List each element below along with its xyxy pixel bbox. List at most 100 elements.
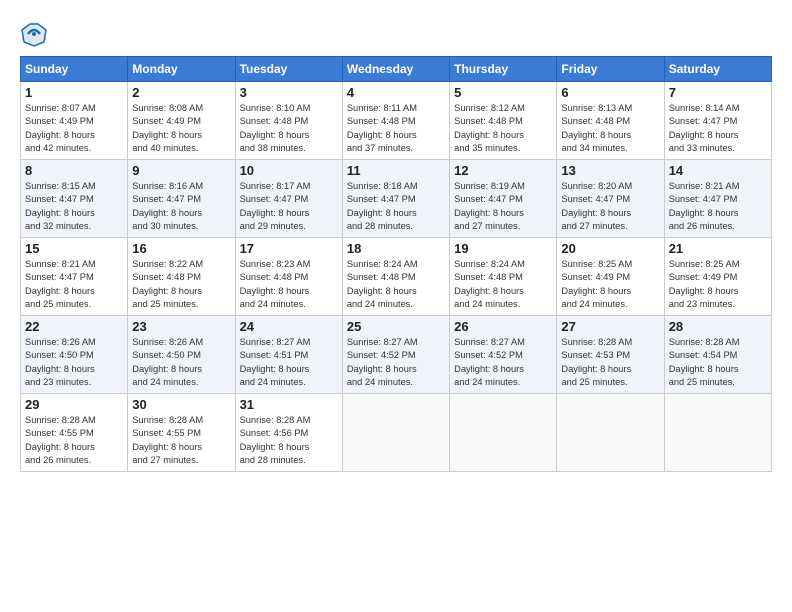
calendar-table: SundayMondayTuesdayWednesdayThursdayFrid… xyxy=(20,56,772,472)
calendar-cell: 22 Sunrise: 8:26 AMSunset: 4:50 PMDayligh… xyxy=(21,316,128,394)
day-number: 18 xyxy=(347,241,445,256)
calendar-cell: 14Sunrise: 8:21 AMSunset: 4:47 PMDayligh… xyxy=(664,160,771,238)
weekday-header-friday: Friday xyxy=(557,57,664,82)
calendar-cell: 28 Sunrise: 8:28 AMSunset: 4:54 PMDayligh… xyxy=(664,316,771,394)
day-number: 17 xyxy=(240,241,338,256)
week-row-2: 15 Sunrise: 8:21 AMSunset: 4:47 PMDayligh… xyxy=(21,238,772,316)
day-number: 5 xyxy=(454,85,552,100)
day-number: 10 xyxy=(240,163,338,178)
calendar-cell: 7 Sunrise: 8:14 AMSunset: 4:47 PMDaylight… xyxy=(664,82,771,160)
cell-text: Sunrise: 8:13 AMSunset: 4:48 PMDaylight:… xyxy=(561,102,659,156)
cell-text: Sunrise: 8:11 AMSunset: 4:48 PMDaylight:… xyxy=(347,102,445,156)
day-number: 3 xyxy=(240,85,338,100)
weekday-header-wednesday: Wednesday xyxy=(342,57,449,82)
day-number: 14 xyxy=(669,163,767,178)
cell-text: Sunrise: 8:08 AMSunset: 4:49 PMDaylight:… xyxy=(132,102,230,156)
day-number: 30 xyxy=(132,397,230,412)
calendar-cell: 2 Sunrise: 8:08 AMSunset: 4:49 PMDaylight… xyxy=(128,82,235,160)
day-number: 19 xyxy=(454,241,552,256)
day-number: 26 xyxy=(454,319,552,334)
day-number: 20 xyxy=(561,241,659,256)
calendar-cell: 25 Sunrise: 8:27 AMSunset: 4:52 PMDayligh… xyxy=(342,316,449,394)
cell-text: Sunrise: 8:26 AMSunset: 4:50 PMDaylight:… xyxy=(25,336,123,390)
logo xyxy=(20,20,52,48)
cell-text: Sunrise: 8:19 AMSunset: 4:47 PMDaylight:… xyxy=(454,180,552,234)
page: SundayMondayTuesdayWednesdayThursdayFrid… xyxy=(0,0,792,612)
calendar-cell: 8Sunrise: 8:15 AMSunset: 4:47 PMDaylight… xyxy=(21,160,128,238)
calendar-cell: 13Sunrise: 8:20 AMSunset: 4:47 PMDayligh… xyxy=(557,160,664,238)
day-number: 2 xyxy=(132,85,230,100)
day-number: 24 xyxy=(240,319,338,334)
cell-text: Sunrise: 8:28 AMSunset: 4:56 PMDaylight:… xyxy=(240,414,338,468)
cell-text: Sunrise: 8:28 AMSunset: 4:53 PMDaylight:… xyxy=(561,336,659,390)
cell-text: Sunrise: 8:27 AMSunset: 4:52 PMDaylight:… xyxy=(347,336,445,390)
calendar-cell xyxy=(450,394,557,472)
calendar-cell xyxy=(664,394,771,472)
day-number: 31 xyxy=(240,397,338,412)
day-number: 23 xyxy=(132,319,230,334)
cell-text: Sunrise: 8:25 AMSunset: 4:49 PMDaylight:… xyxy=(669,258,767,312)
day-number: 8 xyxy=(25,163,123,178)
calendar-cell: 12 Sunrise: 8:19 AMSunset: 4:47 PMDayligh… xyxy=(450,160,557,238)
cell-text: Sunrise: 8:14 AMSunset: 4:47 PMDaylight:… xyxy=(669,102,767,156)
day-number: 29 xyxy=(25,397,123,412)
day-number: 22 xyxy=(25,319,123,334)
cell-text: Sunrise: 8:27 AMSunset: 4:51 PMDaylight:… xyxy=(240,336,338,390)
calendar-cell: 6 Sunrise: 8:13 AMSunset: 4:48 PMDaylight… xyxy=(557,82,664,160)
calendar-cell: 15 Sunrise: 8:21 AMSunset: 4:47 PMDayligh… xyxy=(21,238,128,316)
calendar-cell xyxy=(557,394,664,472)
calendar-cell: 30 Sunrise: 8:28 AMSunset: 4:55 PMDayligh… xyxy=(128,394,235,472)
calendar-cell: 5 Sunrise: 8:12 AMSunset: 4:48 PMDaylight… xyxy=(450,82,557,160)
cell-text: Sunrise: 8:18 AMSunset: 4:47 PMDaylight:… xyxy=(347,180,445,234)
week-row-0: 1Sunrise: 8:07 AMSunset: 4:49 PMDaylight… xyxy=(21,82,772,160)
cell-text: Sunrise: 8:28 AMSunset: 4:55 PMDaylight:… xyxy=(132,414,230,468)
weekday-row: SundayMondayTuesdayWednesdayThursdayFrid… xyxy=(21,57,772,82)
day-number: 1 xyxy=(25,85,123,100)
calendar-body: 1Sunrise: 8:07 AMSunset: 4:49 PMDaylight… xyxy=(21,82,772,472)
calendar-cell: 17Sunrise: 8:23 AMSunset: 4:48 PMDayligh… xyxy=(235,238,342,316)
calendar-cell: 29 Sunrise: 8:28 AMSunset: 4:55 PMDayligh… xyxy=(21,394,128,472)
cell-text: Sunrise: 8:28 AMSunset: 4:55 PMDaylight:… xyxy=(25,414,123,468)
cell-text: Sunrise: 8:22 AMSunset: 4:48 PMDaylight:… xyxy=(132,258,230,312)
weekday-header-tuesday: Tuesday xyxy=(235,57,342,82)
calendar-cell: 20 Sunrise: 8:25 AMSunset: 4:49 PMDayligh… xyxy=(557,238,664,316)
calendar-cell: 21 Sunrise: 8:25 AMSunset: 4:49 PMDayligh… xyxy=(664,238,771,316)
cell-text: Sunrise: 8:28 AMSunset: 4:54 PMDaylight:… xyxy=(669,336,767,390)
day-number: 21 xyxy=(669,241,767,256)
calendar-cell: 10 Sunrise: 8:17 AMSunset: 4:47 PMDayligh… xyxy=(235,160,342,238)
calendar-cell: 4 Sunrise: 8:11 AMSunset: 4:48 PMDaylight… xyxy=(342,82,449,160)
calendar-cell: 31 Sunrise: 8:28 AMSunset: 4:56 PMDayligh… xyxy=(235,394,342,472)
day-number: 6 xyxy=(561,85,659,100)
calendar-cell: 1Sunrise: 8:07 AMSunset: 4:49 PMDaylight… xyxy=(21,82,128,160)
week-row-1: 8Sunrise: 8:15 AMSunset: 4:47 PMDaylight… xyxy=(21,160,772,238)
day-number: 11 xyxy=(347,163,445,178)
calendar-cell: 19 Sunrise: 8:24 AMSunset: 4:48 PMDayligh… xyxy=(450,238,557,316)
calendar-cell: 3Sunrise: 8:10 AMSunset: 4:48 PMDaylight… xyxy=(235,82,342,160)
cell-text: Sunrise: 8:27 AMSunset: 4:52 PMDaylight:… xyxy=(454,336,552,390)
calendar-cell xyxy=(342,394,449,472)
cell-text: Sunrise: 8:25 AMSunset: 4:49 PMDaylight:… xyxy=(561,258,659,312)
week-row-4: 29 Sunrise: 8:28 AMSunset: 4:55 PMDayligh… xyxy=(21,394,772,472)
weekday-header-sunday: Sunday xyxy=(21,57,128,82)
day-number: 7 xyxy=(669,85,767,100)
day-number: 28 xyxy=(669,319,767,334)
calendar-cell: 23 Sunrise: 8:26 AMSunset: 4:50 PMDayligh… xyxy=(128,316,235,394)
day-number: 15 xyxy=(25,241,123,256)
cell-text: Sunrise: 8:12 AMSunset: 4:48 PMDaylight:… xyxy=(454,102,552,156)
weekday-header-thursday: Thursday xyxy=(450,57,557,82)
cell-text: Sunrise: 8:21 AMSunset: 4:47 PMDaylight:… xyxy=(25,258,123,312)
day-number: 4 xyxy=(347,85,445,100)
day-number: 12 xyxy=(454,163,552,178)
day-number: 9 xyxy=(132,163,230,178)
cell-text: Sunrise: 8:24 AMSunset: 4:48 PMDaylight:… xyxy=(454,258,552,312)
day-number: 25 xyxy=(347,319,445,334)
weekday-header-monday: Monday xyxy=(128,57,235,82)
calendar-cell: 16Sunrise: 8:22 AMSunset: 4:48 PMDayligh… xyxy=(128,238,235,316)
cell-text: Sunrise: 8:17 AMSunset: 4:47 PMDaylight:… xyxy=(240,180,338,234)
day-number: 27 xyxy=(561,319,659,334)
weekday-header-saturday: Saturday xyxy=(664,57,771,82)
cell-text: Sunrise: 8:16 AMSunset: 4:47 PMDaylight:… xyxy=(132,180,230,234)
calendar-cell: 26 Sunrise: 8:27 AMSunset: 4:52 PMDayligh… xyxy=(450,316,557,394)
cell-text: Sunrise: 8:26 AMSunset: 4:50 PMDaylight:… xyxy=(132,336,230,390)
cell-text: Sunrise: 8:20 AMSunset: 4:47 PMDaylight:… xyxy=(561,180,659,234)
